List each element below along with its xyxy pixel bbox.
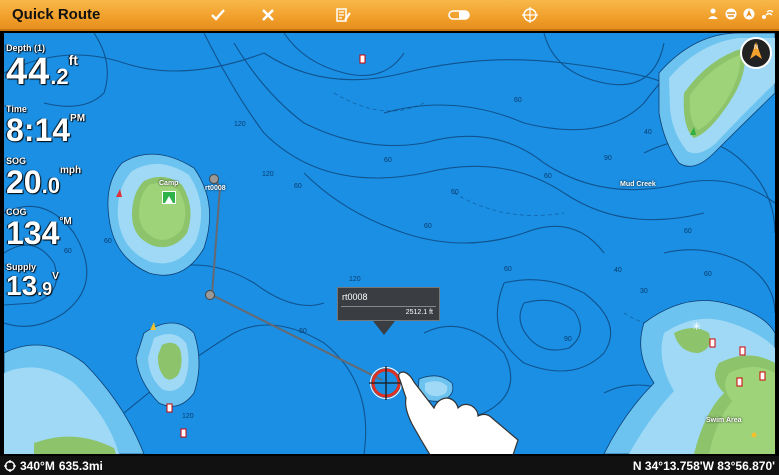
contour-label: 120 <box>182 413 194 420</box>
accept-route-button[interactable] <box>205 4 231 26</box>
chart-screen: Quick Route N ✳ Camp rt0008 Mud Creek Sw… <box>0 0 779 475</box>
edit-route-button[interactable] <box>330 4 356 26</box>
status-icons <box>706 7 774 21</box>
contour-label: 40 <box>644 129 652 136</box>
svg-text:✳: ✳ <box>692 320 701 333</box>
sog-readout: SOG 20.0mph <box>6 156 81 198</box>
toolbar-title: Quick Route <box>12 6 101 23</box>
popup-route-name: rt0008 <box>342 292 368 302</box>
quick-route-toolbar: Quick Route <box>0 0 779 31</box>
supply-readout: Supply 13.9V <box>6 262 59 300</box>
contour-label: 90 <box>564 336 572 343</box>
depth-value: 44 <box>6 51 51 93</box>
contour-label: 60 <box>64 248 72 255</box>
supply-decimal: .9 <box>37 279 53 299</box>
edit-list-icon <box>336 8 351 22</box>
gps-icon <box>743 8 755 20</box>
contour-label: 60 <box>104 238 112 245</box>
cog-value: 134 <box>6 215 60 251</box>
contour-label: 120 <box>349 276 361 283</box>
distance-value: 635.3mi <box>58 459 103 473</box>
swim-area-label: Swim Area <box>706 417 742 424</box>
sog-value: 20 <box>6 164 42 200</box>
contour-label: 60 <box>294 183 302 190</box>
contour-label: 120 <box>262 171 274 178</box>
supply-unit: V <box>52 271 59 282</box>
cancel-route-button[interactable] <box>255 4 281 26</box>
x-icon <box>262 9 274 21</box>
sonar-icon <box>725 8 737 20</box>
popup-route-distance: 2512.1 ft <box>405 309 433 316</box>
depth-decimal: .2 <box>50 64 69 89</box>
heading-icon <box>4 460 16 472</box>
contour-label: 60 <box>424 223 432 230</box>
checkmark-icon <box>211 9 225 21</box>
sog-decimal: .0 <box>41 173 60 198</box>
crosshair-icon <box>522 7 538 23</box>
contour-label: 60 <box>544 173 552 180</box>
north-up-compass-icon: N <box>740 37 772 69</box>
contour-label: 60 <box>514 97 522 104</box>
map-graphics: N ✳ <box>4 33 775 454</box>
mud-creek-label: Mud Creek <box>620 181 656 188</box>
contour-label: 60 <box>451 189 459 196</box>
sog-unit: mph <box>59 165 82 176</box>
contour-label: 120 <box>234 121 246 128</box>
svg-text:N: N <box>754 45 758 51</box>
cursor-waypoint-button[interactable] <box>517 4 543 26</box>
route-start-label: rt0008 <box>205 185 226 192</box>
status-bar: 340°M 635.3mi N 34°13.758'W 83°56.870' <box>0 456 779 475</box>
depth-readout: Depth (1) 44.2ft <box>6 43 78 91</box>
anchor-person-icon <box>708 8 718 19</box>
supply-value: 13 <box>6 270 38 301</box>
camp-label: Camp <box>159 180 179 187</box>
signal-icon <box>762 9 774 19</box>
chart-map[interactable]: N ✳ Camp rt0008 Mud Creek Swim Area 120 … <box>4 33 775 454</box>
time-readout: Time 8:14PM <box>6 104 85 146</box>
contour-label: 60 <box>704 271 712 278</box>
route-info-popup[interactable]: rt0008 2512.1 ft <box>337 287 440 321</box>
depth-unit: ft <box>68 52 78 68</box>
cog-readout: COG 134°M <box>6 207 72 249</box>
popup-pointer <box>373 321 395 335</box>
contour-label: 90 <box>604 155 612 162</box>
touch-hand-icon <box>398 371 519 454</box>
cog-unit: °M <box>59 216 72 227</box>
time-unit: PM <box>70 113 86 124</box>
contour-label: 60 <box>384 157 392 164</box>
contour-label: 60 <box>504 266 512 273</box>
contour-label: 60 <box>299 328 307 335</box>
contour-label: 60 <box>684 228 692 235</box>
time-value: 8:14 <box>6 112 71 148</box>
position-value: N 34°13.758'W 83°56.870' <box>632 459 775 473</box>
campsite-icon[interactable] <box>162 191 176 204</box>
heading-value: 340°M <box>20 459 55 473</box>
contour-label: 30 <box>640 288 648 295</box>
navigate-route-button[interactable] <box>445 4 475 26</box>
contour-label: 40 <box>614 267 622 274</box>
route-toggle-icon <box>448 10 470 20</box>
